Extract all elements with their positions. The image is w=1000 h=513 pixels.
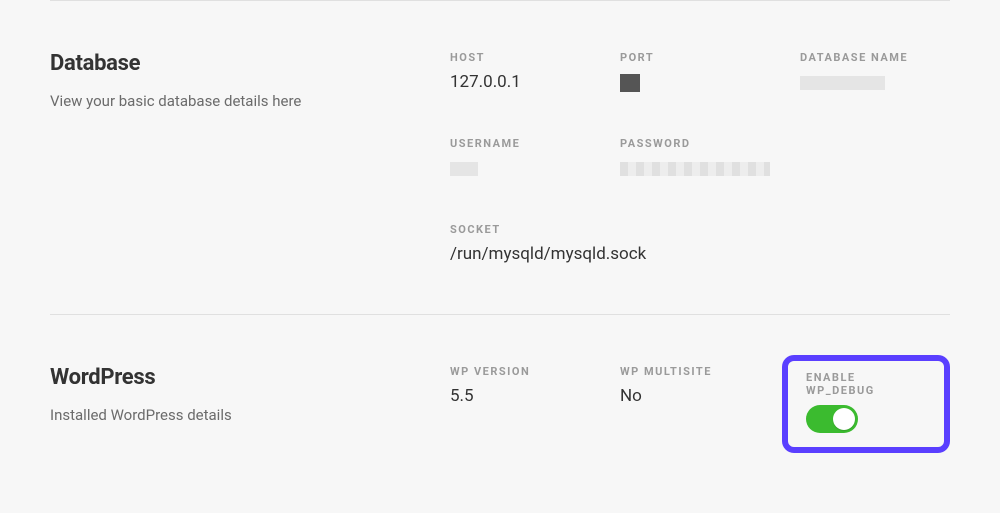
port-redacted [620, 74, 640, 92]
password-field: PASSWORD [620, 137, 800, 178]
password-redacted [620, 162, 770, 176]
wordpress-fields: WP VERSION 5.5 WP MULTISITE No ENABLE WP… [450, 365, 950, 453]
port-field: PORT [620, 51, 800, 92]
socket-value: /run/mysqld/mysqld.sock [450, 244, 950, 264]
database-name-redacted [800, 76, 885, 90]
toggle-knob-icon [833, 408, 855, 430]
database-section: Database View your basic database detail… [50, 1, 950, 314]
username-label: USERNAME [450, 137, 620, 150]
database-fields: HOST 127.0.0.1 PORT DATABASE NAME USERNA… [450, 51, 950, 264]
wp-multisite-field: WP MULTISITE No [620, 365, 800, 453]
wp-debug-label: ENABLE WP_DEBUG [806, 371, 926, 397]
wp-version-field: WP VERSION 5.5 [450, 365, 620, 453]
wordpress-section-header: WordPress Installed WordPress details [50, 365, 450, 453]
wordpress-description: Installed WordPress details [50, 406, 450, 424]
host-label: HOST [450, 51, 620, 64]
host-field: HOST 127.0.0.1 [450, 51, 620, 92]
wp-multisite-label: WP MULTISITE [620, 365, 800, 378]
host-value: 127.0.0.1 [450, 72, 620, 92]
password-label: PASSWORD [620, 137, 800, 150]
database-description: View your basic database details here [50, 92, 450, 110]
database-section-header: Database View your basic database detail… [50, 51, 450, 264]
port-value [620, 72, 800, 92]
database-name-value [800, 72, 950, 92]
wordpress-title: WordPress [50, 365, 450, 390]
database-name-label: DATABASE NAME [800, 51, 950, 64]
wp-version-label: WP VERSION [450, 365, 620, 378]
password-value [620, 158, 800, 178]
database-name-field: DATABASE NAME [800, 51, 950, 92]
username-field: USERNAME [450, 137, 620, 178]
wp-version-value: 5.5 [450, 386, 620, 406]
wp-multisite-value: No [620, 386, 800, 406]
wp-debug-highlight-box: ENABLE WP_DEBUG [782, 355, 950, 453]
wp-debug-toggle[interactable] [806, 405, 858, 433]
socket-label: SOCKET [450, 223, 950, 236]
username-value [450, 158, 620, 178]
socket-field: SOCKET /run/mysqld/mysqld.sock [450, 223, 950, 264]
port-label: PORT [620, 51, 800, 64]
wordpress-section: WordPress Installed WordPress details WP… [50, 315, 950, 503]
username-redacted [450, 162, 478, 176]
wp-debug-highlight: ENABLE WP_DEBUG [800, 365, 950, 453]
password-spacer [800, 137, 950, 178]
database-title: Database [50, 51, 450, 76]
